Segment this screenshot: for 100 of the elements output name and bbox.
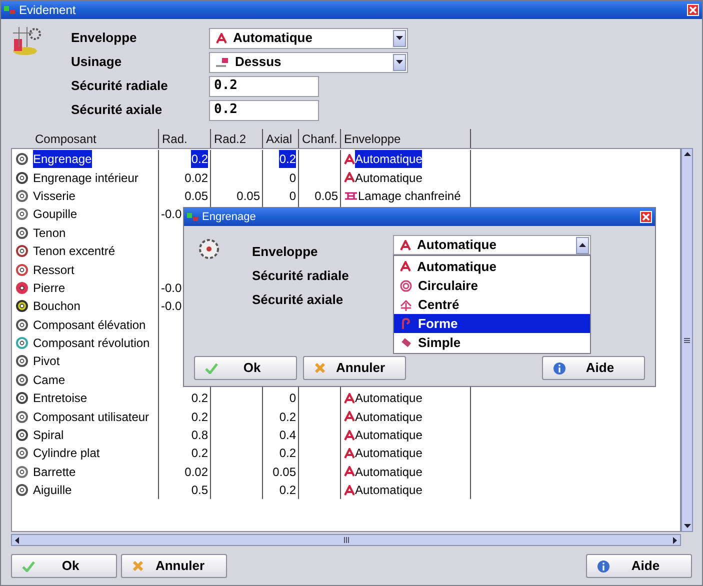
table-cell[interactable]: Engrenage intérieur <box>33 168 138 187</box>
table-cell[interactable]: Visserie <box>33 186 76 205</box>
info-icon <box>553 362 566 374</box>
dialog-button[interactable]: Aide <box>542 356 645 380</box>
table-cell[interactable]: Entretoise <box>33 389 88 408</box>
dialog-button[interactable]: Annuler <box>121 554 227 578</box>
table-cell[interactable]: Composant utilisateur <box>33 408 150 426</box>
horizontal-scrollbar[interactable] <box>11 534 681 546</box>
ring-icon <box>15 464 29 479</box>
table-cell[interactable]: Composant révolution <box>33 334 150 352</box>
ring-icon <box>15 336 29 350</box>
table-cell[interactable]: Pivot <box>33 352 60 370</box>
table-cell[interactable]: Barrette <box>33 462 76 481</box>
table-cell-text: Lamage chanfreiné <box>358 188 461 205</box>
frame-icon <box>400 298 412 310</box>
combo-box[interactable]: Automatique <box>209 28 408 48</box>
ring-icon <box>15 280 29 295</box>
table-cell-text: Automatique <box>355 427 422 444</box>
field-label: Enveloppe <box>71 29 138 48</box>
dropdown-button[interactable] <box>576 236 589 254</box>
hook-icon <box>400 318 412 330</box>
gear-icon <box>196 236 222 262</box>
table-cell[interactable]: Tenon <box>33 224 66 242</box>
ring-icon <box>15 262 29 277</box>
window-title: Engrenage <box>202 210 256 225</box>
table-cell[interactable]: Pierre <box>33 278 66 297</box>
ring-icon <box>15 318 29 332</box>
input-field[interactable]: 0.2 <box>209 100 319 120</box>
ring-icon <box>15 207 29 222</box>
table-cell[interactable]: Engrenage <box>33 150 92 168</box>
caret-icon <box>396 60 403 64</box>
grip-icon <box>684 338 690 342</box>
table-cell[interactable]: Ressort <box>33 260 74 279</box>
table-cell-text: 0.05 <box>184 188 208 205</box>
input-field[interactable]: 0.2 <box>209 76 319 96</box>
table-cell[interactable]: Tenon excentré <box>33 242 116 260</box>
ring-icon <box>15 372 29 387</box>
table-cell-text: Automatique <box>355 408 422 426</box>
dialog-button[interactable]: Ok <box>11 554 117 578</box>
app-icon <box>187 212 199 222</box>
table-cell-text: 0.2 <box>191 408 208 426</box>
table-cell-text: 0.02 <box>184 170 208 187</box>
close-button[interactable] <box>640 211 652 223</box>
peak-icon <box>344 448 355 459</box>
app-icon <box>4 5 16 15</box>
flag-icon <box>216 56 229 68</box>
peak-icon <box>344 154 355 165</box>
right-arrow-icon <box>673 536 677 544</box>
peak-icon <box>344 466 355 478</box>
table-cell-text: Automatique <box>355 170 422 187</box>
table-cell-text: 0.2 <box>279 482 296 500</box>
table-cell[interactable]: Aiguille <box>33 481 72 500</box>
ring-icon <box>15 244 29 258</box>
window-title: Evidement <box>19 2 76 19</box>
field-label: Enveloppe <box>252 243 319 260</box>
dropdown-button[interactable] <box>393 54 406 70</box>
close-button[interactable] <box>687 4 699 16</box>
combo-box[interactable]: Dessus <box>209 52 408 72</box>
dropdown-option[interactable]: Centré <box>394 295 590 314</box>
dropdown-option[interactable]: Forme <box>394 314 590 333</box>
dropdown-option[interactable]: Automatique <box>394 257 590 276</box>
table-cell[interactable]: Composant élévation <box>33 316 146 334</box>
down-arrow-icon <box>684 524 690 528</box>
table-cell[interactable]: Goupille <box>33 205 78 224</box>
info-icon <box>597 560 610 572</box>
cross-icon <box>132 560 144 572</box>
cross-icon <box>314 362 326 374</box>
table-cell: 0.2 <box>279 150 296 168</box>
table-cell[interactable]: Cylindre plat <box>33 444 100 462</box>
ring-icon <box>15 483 29 498</box>
dropdown-option[interactable]: Simple <box>394 333 590 352</box>
table-cell-text: 0.2 <box>279 408 296 426</box>
dialog-button[interactable]: Annuler <box>303 356 406 380</box>
table-cell[interactable]: Came <box>33 370 66 389</box>
table-cell[interactable]: Bouchon <box>33 297 80 316</box>
peak-icon <box>344 411 355 422</box>
table-cell: Automatique <box>355 150 422 168</box>
dialog-button[interactable]: Aide <box>586 554 692 578</box>
ring-icon <box>15 410 29 424</box>
check-icon <box>205 362 218 374</box>
table-cell-text: 0.05 <box>236 188 260 205</box>
table-cell-text: 0.5 <box>191 482 208 500</box>
close-icon <box>689 6 697 14</box>
vertical-scrollbar[interactable] <box>681 148 693 532</box>
table-cell-text: 0.8 <box>191 427 208 444</box>
ring-icon <box>15 299 29 314</box>
combo-box[interactable]: Automatique <box>393 235 591 255</box>
ring-icon <box>15 226 29 240</box>
up-arrow-icon <box>684 152 690 156</box>
target-icon <box>400 280 412 292</box>
ring-icon <box>15 188 29 203</box>
peak-icon <box>344 484 355 496</box>
table-cell: 0.2 <box>191 150 208 168</box>
table-cell-text: -0.0 <box>161 298 182 316</box>
dialog-button[interactable]: Ok <box>194 356 297 380</box>
dropdown-option[interactable]: Circulaire <box>394 276 590 295</box>
dropdown-button[interactable] <box>393 30 406 46</box>
ring-icon <box>15 391 29 406</box>
caret-icon <box>396 36 403 40</box>
table-cell[interactable]: Spiral <box>33 426 64 444</box>
